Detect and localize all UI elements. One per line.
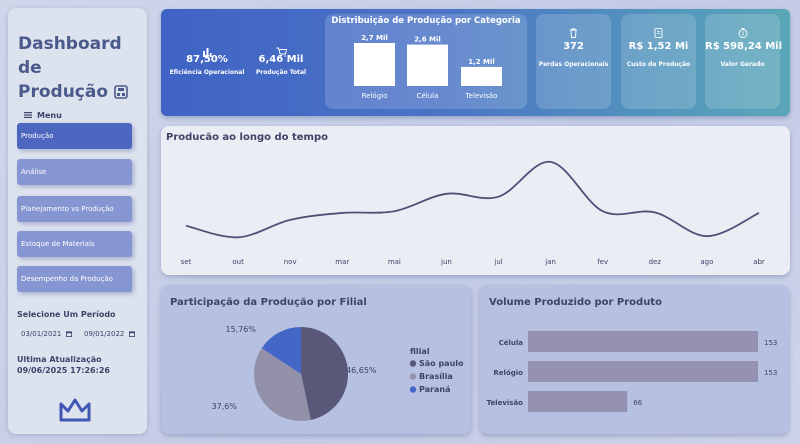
category-distribution-title: Distribuição de Produção por Categoria	[331, 16, 521, 26]
kpi-cost: R$ 1,52 Mi Custo de Produção	[621, 14, 696, 109]
money-icon	[705, 23, 780, 38]
branch-share-chart: 46,65% 37,6% 15,76% filial São paulo Brasília…	[212, 325, 464, 421]
product-bar-label: Televisão	[487, 399, 524, 407]
kpi-generated-value: R$ 598,24 Mil	[705, 41, 783, 52]
last-update-label: Ultima Atualização	[17, 355, 102, 364]
category-bar-label: Relógio	[362, 92, 388, 100]
last-update-value: 09/06/2025 17:26:26	[17, 366, 110, 375]
volume-by-product-chart: Célula 153 Relógio 153 Televisão 66	[487, 331, 777, 412]
kpi-efficiency: 87,50% Eficiência Operacional	[168, 42, 246, 76]
product-bar-value: 153	[764, 369, 777, 377]
x-tick-label: fev	[597, 258, 608, 266]
category-distribution-card: Distribuição de Produção por Categoria 2…	[325, 14, 527, 109]
pie-slice-label: 37,6%	[212, 402, 238, 411]
calendar-icon[interactable]	[66, 331, 73, 339]
kpi-losses-label: Perdas Operacionais	[538, 61, 609, 68]
nav-item-producao[interactable]: Produção	[17, 123, 132, 149]
pie-slice[interactable]	[301, 327, 348, 420]
product-bar-label: Relógio	[493, 369, 523, 377]
x-tick-label: nov	[284, 258, 297, 266]
production-over-time-chart: set out nov mar mai jun jul jan fev dez ago abr	[181, 160, 765, 266]
crown-logo-icon	[58, 396, 92, 428]
dashboard-title-line1: Dashboard de	[18, 34, 122, 78]
branch-share-panel: Participação da Produção por Filial 46,6…	[161, 285, 471, 434]
receipt-icon	[621, 23, 696, 38]
kpi-losses-value: 372	[563, 41, 584, 52]
kpi-total: 6,46 Mil Produção Total	[250, 42, 312, 76]
efficiency-icon	[168, 42, 246, 57]
x-tick-label: jul	[493, 258, 502, 266]
product-bar-value: 153	[764, 339, 777, 347]
legend-title: filial	[410, 347, 430, 356]
kpi-cost-value: R$ 1,52 Mi	[628, 41, 689, 52]
x-tick-label: abr	[753, 258, 765, 266]
category-bar-value: 1,2 Mil	[468, 58, 495, 66]
x-tick-label: mai	[388, 258, 401, 266]
category-bar-label: Célula	[417, 92, 439, 100]
nav-item-desempenho[interactable]: Desempenho da Produção	[17, 266, 132, 292]
product-bar[interactable]	[528, 391, 628, 412]
legend-item-label[interactable]: Paraná	[419, 385, 450, 394]
kpi-efficiency-label: Eficiência Operacional	[169, 69, 245, 76]
kpi-losses: 372 Perdas Operacionais	[536, 14, 611, 109]
date-start-value: 03/01/2021	[21, 330, 62, 338]
production-line-series[interactable]	[185, 160, 760, 239]
x-tick-label: mar	[335, 258, 349, 266]
period-label: Selecione Um Período	[17, 310, 116, 319]
date-end-value: 09/01/2022	[84, 330, 125, 338]
product-bar[interactable]	[528, 361, 758, 382]
product-bar-value: 66	[633, 399, 642, 407]
kpi-generated: R$ 598,24 Mil Valor Gerado	[705, 14, 783, 109]
product-bar[interactable]	[528, 331, 758, 352]
category-bar-value: 2,6 Mil	[414, 36, 441, 44]
menu-header[interactable]: Menu	[24, 111, 62, 120]
production-over-time-panel: Producão ao longo do tempo set out nov mar m…	[161, 126, 790, 275]
x-tick-label: dez	[649, 258, 662, 266]
category-bar[interactable]	[407, 44, 448, 86]
nav-item-planejamento[interactable]: Planejamento vs Produção	[17, 196, 132, 222]
category-bar-value: 2,7 Mil	[361, 34, 388, 42]
menu-label: Menu	[37, 111, 62, 120]
x-tick-label: set	[181, 258, 192, 266]
category-bar-label: Televisão	[465, 92, 498, 100]
trash-icon	[536, 23, 611, 38]
date-start-field[interactable]: 03/01/2021	[21, 330, 73, 339]
x-tick-label: jan	[544, 258, 556, 266]
kpi-generated-label: Valor Gerado	[720, 61, 765, 68]
kpi-total-label: Produção Total	[255, 69, 307, 76]
cart-icon	[250, 42, 312, 57]
date-end-field[interactable]: 09/01/2022	[84, 330, 136, 339]
kpi-total-value: 6,46 Mil	[258, 54, 304, 65]
category-bar[interactable]	[354, 43, 395, 86]
calendar-icon[interactable]	[129, 331, 136, 339]
dashboard-title-line2: Produção	[18, 82, 109, 102]
product-bar-label: Célula	[499, 339, 524, 347]
category-distribution-chart: Distribuição de Produção por Categoria 2…	[331, 16, 521, 100]
nav-item-analise[interactable]: Análise	[17, 159, 132, 185]
legend-marker	[409, 373, 417, 380]
x-tick-label: out	[232, 258, 244, 266]
nav-item-estoque[interactable]: Estoque de Materiais	[17, 231, 132, 257]
pie-slice-label: 15,76%	[225, 325, 256, 334]
legend-item-label[interactable]: São paulo	[419, 359, 464, 368]
volume-by-product-panel: Volume Produzido por Produto Célula 153 Re…	[480, 285, 789, 434]
hamburger-icon[interactable]	[24, 111, 32, 120]
factory-icon	[114, 82, 128, 106]
x-tick-label: ago	[700, 258, 713, 266]
legend-marker	[409, 386, 417, 393]
dashboard-title: Dashboard de Produção	[18, 32, 143, 106]
kpi-cost-label: Custo de Produção	[626, 61, 691, 68]
legend-item-label[interactable]: Brasília	[419, 372, 453, 381]
category-bar[interactable]	[461, 66, 502, 86]
x-tick-label: jun	[440, 258, 452, 266]
kpi-efficiency-value: 87,50%	[186, 54, 228, 65]
pie-slice-label: 46,65%	[346, 366, 377, 375]
legend-marker	[409, 360, 417, 367]
